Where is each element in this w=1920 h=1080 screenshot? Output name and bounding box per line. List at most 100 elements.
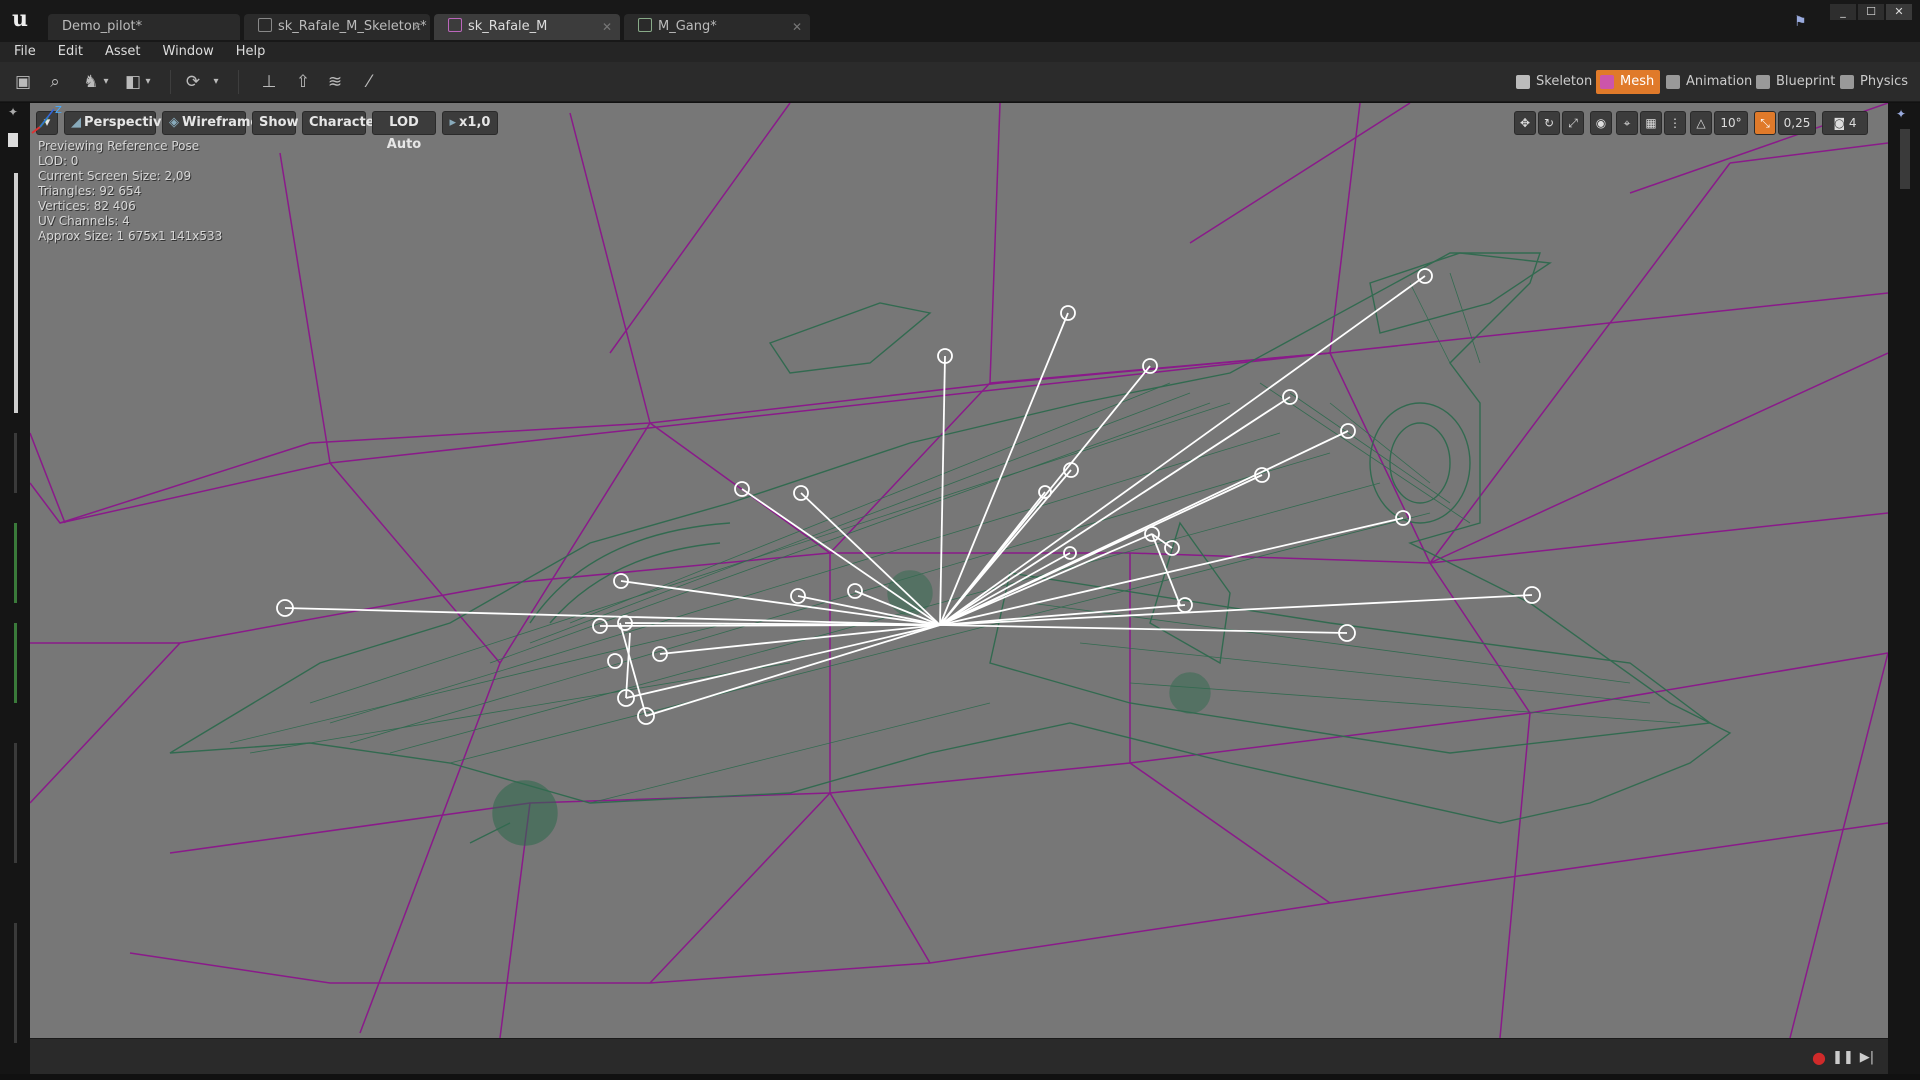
mode-blueprint[interactable]: Blueprint [1752, 70, 1841, 94]
scale-icon[interactable]: ⤢ [1562, 111, 1584, 135]
menu-help[interactable]: Help [225, 42, 277, 62]
reimport-icon[interactable]: ⟳ [182, 71, 204, 93]
world-local-icon[interactable]: ◉ [1590, 111, 1612, 135]
scale-snap-icon[interactable]: ⤡ [1754, 111, 1776, 135]
scrollbar[interactable] [1900, 129, 1910, 189]
toolbar-separator [170, 70, 171, 94]
find-in-browser-icon[interactable]: ⌕ [44, 71, 66, 93]
chevron-down-icon[interactable]: ▾ [142, 71, 154, 93]
mesh-icon [448, 18, 462, 32]
tab-label: M_Gang* [658, 19, 717, 34]
playback-bar: ● ❚❚ ▶| [30, 1038, 1888, 1074]
tab-label: sk_Rafale_M [468, 19, 548, 34]
stat-line: Previewing Reference Pose [38, 139, 200, 153]
surface-snap-icon[interactable]: ⌖ [1616, 111, 1638, 135]
menu-file[interactable]: File [0, 42, 47, 62]
tab-demo-pilot[interactable]: Demo_pilot* [48, 14, 240, 40]
tab-mesh[interactable]: sk_Rafale_M ✕ [434, 14, 620, 40]
stat-line: Current Screen Size: 2,09 [38, 169, 192, 183]
axis-gizmo-icon: Z [31, 105, 62, 134]
bone-joints [276, 268, 1541, 725]
mesh-mode-icon [1600, 75, 1614, 89]
lock-icon[interactable] [8, 133, 18, 147]
strip-divider [14, 623, 17, 703]
menu-bar: File Edit Asset Window Help [0, 42, 1920, 62]
physics-mode-icon [1840, 75, 1854, 89]
menu-edit[interactable]: Edit [47, 42, 94, 62]
bottom-border [0, 1074, 1920, 1080]
strip-divider [14, 923, 17, 1043]
help-icon[interactable]: ⚑ [1794, 14, 1810, 30]
show-button[interactable]: Show [252, 111, 299, 135]
strip-divider [14, 743, 17, 863]
lod-button[interactable]: LOD Auto [372, 111, 436, 152]
scale-snap-value[interactable]: 0,25 [1778, 111, 1816, 135]
pause-button[interactable]: ❚❚ [1832, 1047, 1854, 1069]
skeleton-icon [258, 18, 272, 32]
camera-icon[interactable]: ◧ [122, 71, 144, 93]
stat-line: UV Channels: 4 [38, 214, 130, 228]
camera-speed-icon: ◙ [1833, 116, 1849, 130]
stat-line: LOD: 0 [38, 154, 79, 168]
minimize-button[interactable]: _ [1830, 4, 1856, 20]
save-icon[interactable]: ▣ [12, 71, 34, 93]
left-panel-strip: ✦ [0, 103, 30, 1080]
rotation-snap-value[interactable]: 10° [1714, 111, 1748, 135]
mode-mesh[interactable]: Mesh [1596, 70, 1661, 94]
close-icon[interactable]: ✕ [792, 14, 802, 40]
axis-z-label: Z [55, 105, 62, 116]
close-icon[interactable]: ✕ [412, 14, 422, 40]
playback-speed-button[interactable]: ▸ x1,0 [442, 111, 498, 135]
character-icon[interactable]: ♞ [80, 71, 102, 93]
mode-animation[interactable]: Animation [1662, 70, 1758, 94]
strip-divider [14, 433, 17, 493]
blueprint-mode-icon [1756, 75, 1770, 89]
chevron-down-icon[interactable]: ▾ [100, 71, 112, 93]
wireframe-icon: ◈ [169, 115, 179, 130]
step-forward-button[interactable]: ▶| [1856, 1047, 1878, 1069]
stat-line: Vertices: 82 406 [38, 199, 136, 213]
menu-window[interactable]: Window [152, 42, 225, 62]
toolbar-separator [238, 70, 239, 94]
rotation-snap-icon[interactable]: △ [1690, 111, 1712, 135]
material-icon [638, 18, 652, 32]
perspective-button[interactable]: ◢ Perspective [64, 111, 170, 135]
skeleton-mode-icon [1516, 75, 1530, 89]
environment-grid [30, 103, 1888, 1038]
animation-mode-icon [1666, 75, 1680, 89]
brush-icon[interactable]: ⁄ [358, 71, 380, 93]
mode-physics[interactable]: Physics [1836, 70, 1914, 94]
grid-snap-icon[interactable]: ▦ [1640, 111, 1662, 135]
rotate-icon[interactable]: ↻ [1538, 111, 1560, 135]
close-window-button[interactable]: ✕ [1886, 4, 1912, 20]
skeleton-tree-icon[interactable]: ⊥ [258, 71, 280, 93]
chevron-down-icon[interactable]: ▾ [210, 71, 222, 93]
tab-label: Demo_pilot* [62, 19, 143, 34]
viewport[interactable]: ▾ ◢ Perspective ◈ Wireframe Show Character… [30, 103, 1888, 1038]
close-icon[interactable]: ✕ [602, 14, 612, 40]
window-controls: _ ☐ ✕ [1828, 4, 1912, 20]
pin-icon[interactable]: ✦ [8, 105, 22, 119]
wireframe-button[interactable]: ◈ Wireframe [162, 111, 259, 135]
upload-icon[interactable]: ⇧ [292, 71, 314, 93]
strip-divider [14, 523, 17, 603]
record-button[interactable]: ● [1808, 1047, 1830, 1069]
maximize-button[interactable]: ☐ [1858, 4, 1884, 20]
tab-skeleton[interactable]: sk_Rafale_M_Skeleton* ✕ [244, 14, 430, 40]
layers-icon[interactable]: ≋ [324, 71, 346, 93]
scrollbar[interactable] [14, 173, 18, 413]
camera-speed-button[interactable]: ◙ 4 [1822, 111, 1868, 135]
character-button[interactable]: Character [302, 111, 381, 135]
menu-asset[interactable]: Asset [94, 42, 152, 62]
speed-icon: ▸ [449, 115, 457, 130]
skeleton-bones [276, 268, 1541, 725]
mode-skeleton[interactable]: Skeleton [1512, 70, 1598, 94]
tab-material[interactable]: M_Gang* ✕ [624, 14, 810, 40]
unreal-logo-icon[interactable]: u [6, 5, 34, 33]
pin-icon[interactable]: ✦ [1896, 107, 1906, 121]
camera-icon: ◢ [71, 115, 81, 130]
translate-icon[interactable]: ✥ [1514, 111, 1536, 135]
grid-snap-value-icon[interactable]: ⋮ [1664, 111, 1686, 135]
title-bar: u Demo_pilot* sk_Rafale_M_Skeleton* ✕ sk… [0, 0, 1920, 42]
main-toolbar: ▣ ⌕ ♞ ▾ ◧ ▾ ⟳ ▾ ⊥ ⇧ ≋ ⁄ Skeleton Mesh An… [0, 62, 1920, 102]
